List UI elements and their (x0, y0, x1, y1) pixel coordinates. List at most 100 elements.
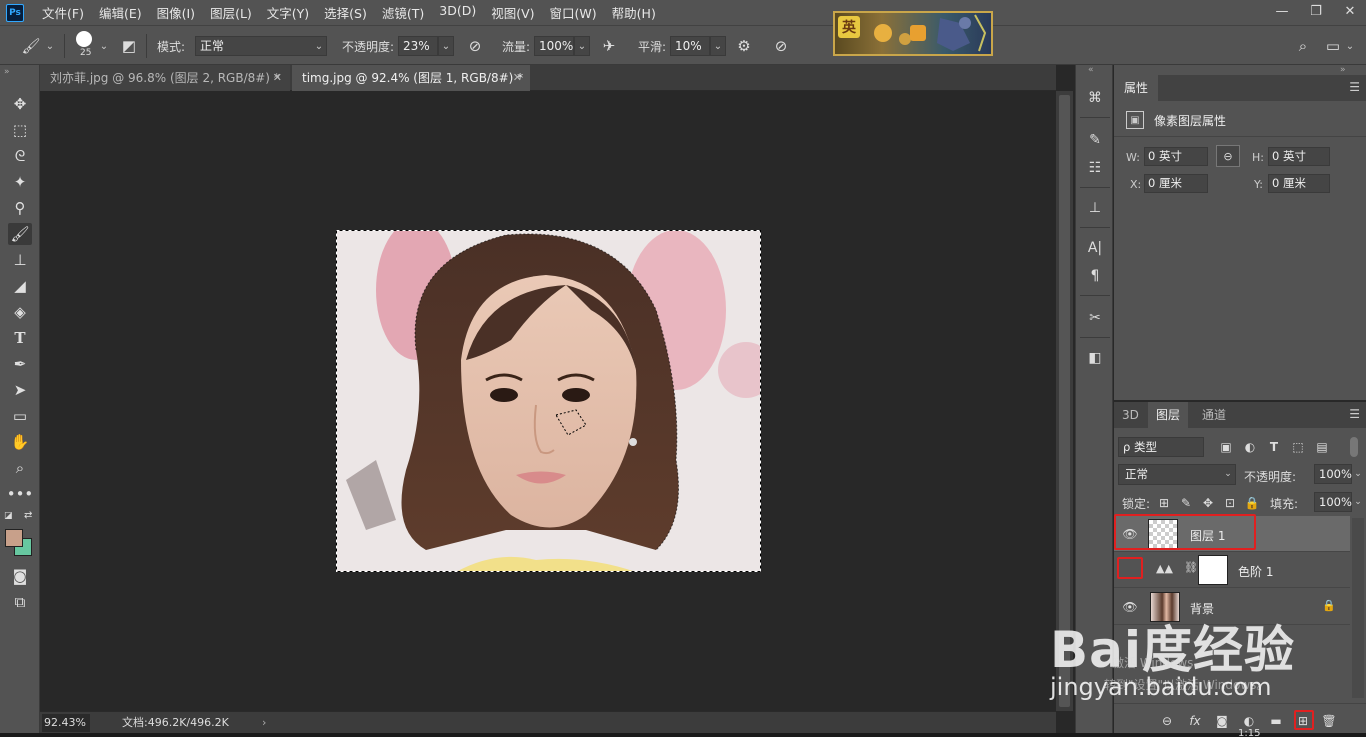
brush-settings-icon[interactable]: ◩ (118, 35, 140, 57)
pixel-filter-icon[interactable]: ▣ (1218, 439, 1234, 455)
layer-filter-select[interactable]: ρ 类型 (1118, 437, 1204, 457)
chain-link-icon[interactable]: ⛓ (1184, 561, 1198, 574)
opacity-field[interactable]: 23% (398, 36, 438, 56)
path-select-tool-icon[interactable]: ➤ (8, 379, 32, 401)
character-icon[interactable]: A| (1084, 237, 1106, 259)
zoom-field[interactable]: 92.43% (42, 714, 90, 732)
shape-filter-icon[interactable]: ⬚ (1290, 439, 1306, 455)
adjustment-filter-icon[interactable]: ◐ (1242, 439, 1258, 455)
collapse-icon[interactable]: » (4, 67, 10, 77)
close-icon[interactable]: ✕ (513, 65, 522, 91)
menu-file[interactable]: 文件(F) (42, 3, 84, 22)
brush-tool-icon[interactable]: 🖌 (20, 35, 42, 57)
foreground-color-swatch[interactable] (5, 529, 23, 547)
menu-image[interactable]: 图像(I) (157, 3, 195, 22)
y-field[interactable]: 0 厘米 (1268, 174, 1330, 193)
tab-layers[interactable]: 图层 (1148, 402, 1189, 428)
menu-layer[interactable]: 图层(L) (210, 3, 252, 22)
menu-help[interactable]: 帮助(H) (612, 3, 656, 22)
close-icon[interactable]: ✕ (273, 65, 282, 91)
x-field[interactable]: 0 厘米 (1144, 174, 1208, 193)
filter-toggle[interactable] (1350, 437, 1358, 457)
layers-scrollbar[interactable] (1352, 518, 1364, 698)
workspace-icon[interactable]: ▭ (1322, 35, 1344, 57)
mode-select[interactable]: 正常 (195, 36, 327, 56)
type-filter-icon[interactable]: T (1266, 439, 1282, 455)
mode-chevron-icon[interactable]: ⌄ (311, 36, 327, 56)
fx-icon[interactable]: fx (1186, 712, 1204, 730)
layer-name[interactable]: 背景 (1190, 600, 1214, 617)
eye-icon[interactable]: 👁 (1122, 599, 1138, 615)
lock-position-icon[interactable]: ✥ (1200, 495, 1216, 511)
lasso-tool-icon[interactable]: ᘓ (8, 145, 32, 167)
adjustments-icon[interactable]: ☷ (1084, 157, 1106, 179)
lock-artboard-icon[interactable]: ⊡ (1222, 495, 1238, 511)
move-tool-icon[interactable]: ✥ (8, 93, 32, 115)
brush-presets-icon[interactable]: ✎ (1084, 129, 1106, 151)
hand-tool-icon[interactable]: ✋ (8, 431, 32, 453)
quick-mask-icon[interactable]: ◙ (8, 565, 32, 587)
more-tools-icon[interactable]: ••• (7, 483, 34, 505)
tab-document-2[interactable]: timg.jpg @ 92.4% (图层 1, RGB/8#) * ✕ (292, 65, 530, 91)
eyedropper-tool-icon[interactable]: ⚲ (8, 197, 32, 219)
collapse-icon[interactable]: » (1340, 65, 1346, 75)
panel-menu-icon[interactable]: ☰ (1349, 407, 1360, 421)
menu-window[interactable]: 窗口(W) (550, 3, 597, 22)
flow-chevron-icon[interactable]: ⌄ (574, 36, 590, 56)
menu-type[interactable]: 文字(Y) (267, 3, 309, 22)
vertical-scrollbar[interactable] (1056, 91, 1073, 711)
group-folder-icon[interactable]: ▬ (1267, 712, 1285, 730)
screen-mode-icon[interactable]: ⧉ (8, 591, 32, 613)
eraser-tool-icon[interactable]: ◢ (8, 275, 32, 297)
type-tool-icon[interactable]: T (8, 327, 32, 349)
stamp-tool-icon[interactable]: ⊥ (8, 249, 32, 271)
paragraph-icon[interactable]: ¶ (1084, 265, 1106, 287)
status-menu-arrow-icon[interactable]: › (262, 714, 266, 732)
link-layers-icon[interactable]: ⊖ (1158, 712, 1176, 730)
rectangle-tool-icon[interactable]: ▭ (8, 405, 32, 427)
brush-picker-chevron-icon[interactable]: ⌄ (96, 36, 112, 56)
restore-icon[interactable]: ❐ (1306, 2, 1326, 20)
opacity-chevron-icon[interactable]: ⌄ (438, 36, 454, 56)
layer-mask-thumbnail[interactable] (1198, 555, 1228, 585)
document-image[interactable] (336, 230, 761, 572)
tools-icon[interactable]: ✂ (1084, 307, 1106, 329)
fill-field[interactable]: 100% (1314, 492, 1352, 512)
tool-preset-chevron-icon[interactable]: ⌄ (42, 36, 58, 56)
tab-3d[interactable]: 3D (1114, 402, 1147, 428)
menu-view[interactable]: 视图(V) (491, 3, 534, 22)
panel-menu-icon[interactable]: ☰ (1349, 80, 1360, 94)
minimize-icon[interactable]: — (1272, 2, 1292, 20)
marquee-tool-icon[interactable]: ⬚ (8, 119, 32, 141)
lock-transparent-icon[interactable]: ⊞ (1156, 495, 1172, 511)
brush-tool-icon[interactable]: 🖌 (8, 223, 32, 245)
pen-tool-icon[interactable]: ✒ (8, 353, 32, 375)
tab-properties[interactable]: 属性 (1114, 75, 1158, 101)
blend-chevron-icon[interactable]: ⌄ (1222, 464, 1234, 484)
clone-source-icon[interactable]: ⊥ (1084, 197, 1106, 219)
layer-name[interactable]: 色阶 1 (1238, 563, 1273, 580)
gear-icon[interactable]: ⚙ (733, 35, 755, 57)
smooth-chevron-icon[interactable]: ⌄ (710, 36, 726, 56)
fill-chevron-icon[interactable]: ⌄ (1352, 492, 1364, 512)
layer-opacity-field[interactable]: 100% (1314, 464, 1352, 484)
tab-channels[interactable]: 通道 (1194, 402, 1234, 428)
trash-icon[interactable]: 🗑 (1320, 712, 1338, 730)
close-icon[interactable]: ✕ (1340, 2, 1360, 20)
tab-document-1[interactable]: 刘亦菲.jpg @ 96.8% (图层 2, RGB/8#) * ✕ (40, 65, 290, 91)
layer-row-2[interactable]: ▲▲ ⛓ 色阶 1 (1114, 552, 1350, 588)
blend-mode-select[interactable]: 正常 (1118, 464, 1236, 485)
default-colors-icon[interactable]: ◪ (4, 511, 13, 521)
search-icon[interactable]: ⌕ (1292, 35, 1314, 57)
smooth-field[interactable]: 10% (670, 36, 710, 56)
layer-row-3[interactable]: 👁 背景 🔒 (1114, 589, 1350, 625)
width-field[interactable]: 0 英寸 (1144, 147, 1208, 166)
swap-colors-icon[interactable]: ⇄ (24, 510, 32, 521)
menu-edit[interactable]: 编辑(E) (99, 3, 142, 22)
menu-3d[interactable]: 3D(D) (439, 3, 476, 22)
link-icon[interactable]: ⊖ (1216, 145, 1240, 167)
flow-field[interactable]: 100% (534, 36, 574, 56)
airbrush-icon[interactable]: ✈ (598, 35, 620, 57)
menu-filter[interactable]: 滤镜(T) (382, 3, 424, 22)
brush-preview-icon[interactable] (76, 31, 92, 47)
